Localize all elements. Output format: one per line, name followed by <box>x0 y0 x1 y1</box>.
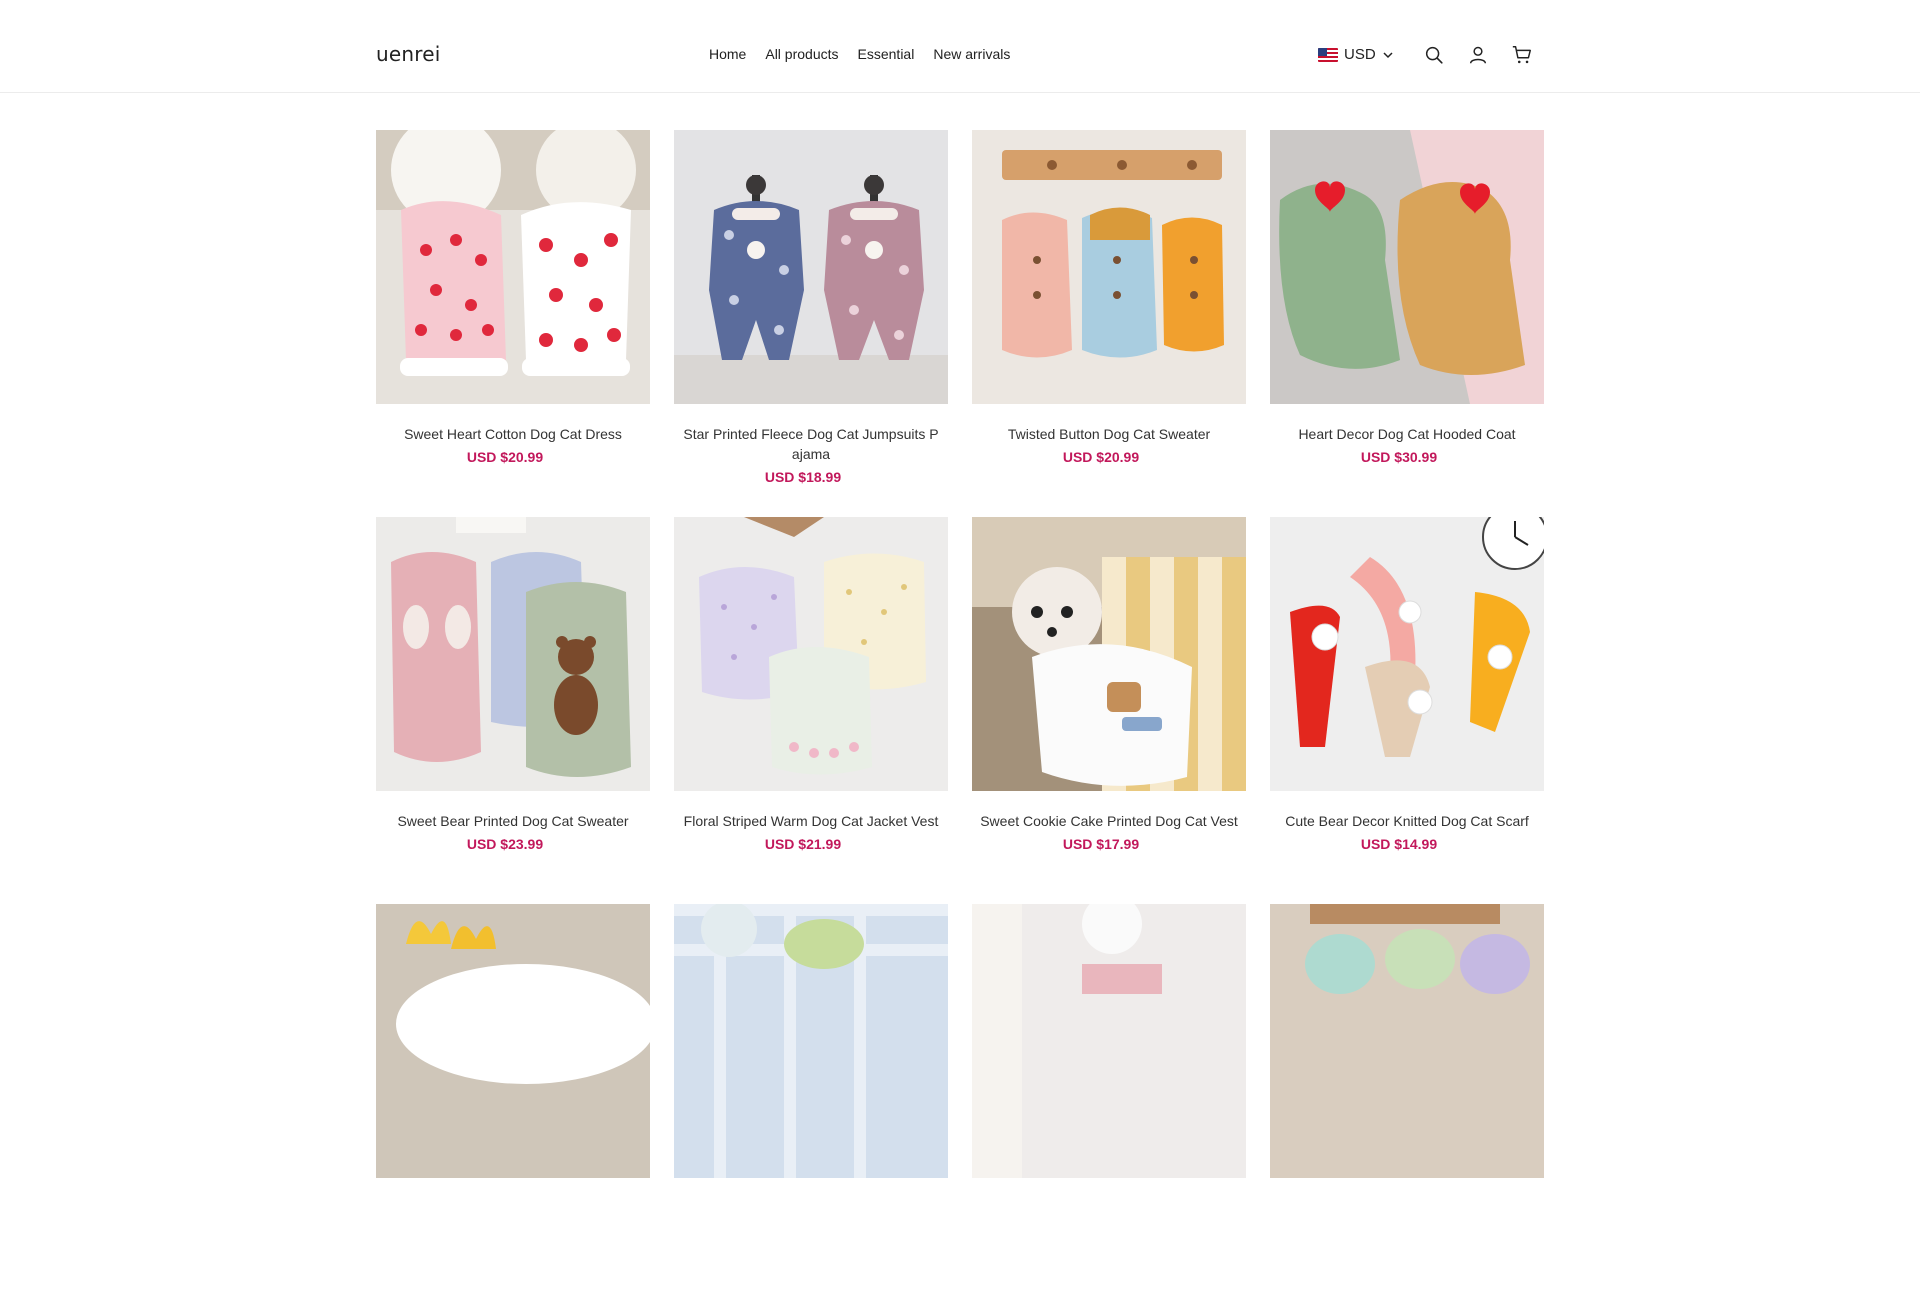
product-image[interactable] <box>972 904 1246 1178</box>
product-title[interactable]: Sweet Bear Printed Dog Cat Sweater <box>382 811 644 831</box>
nav-all-products[interactable]: All products <box>765 46 838 62</box>
product-card[interactable]: Heart Decor Dog Cat Hooded Coat USD $30.… <box>1270 130 1544 517</box>
us-flag-icon <box>1318 47 1338 62</box>
product-card[interactable]: Floral Striped Warm Dog Cat Jacket Vest … <box>674 517 948 904</box>
product-image[interactable] <box>376 130 650 404</box>
product-title[interactable]: Sweet Cookie Cake Printed Dog Cat Vest <box>978 811 1240 831</box>
nav-essential[interactable]: Essential <box>858 46 915 62</box>
product-image[interactable] <box>376 517 650 791</box>
product-price: USD $14.99 <box>1360 836 1438 852</box>
product-card[interactable]: Star Printed Fleece Dog Cat Jumpsuits Pa… <box>674 130 948 517</box>
product-image[interactable] <box>1270 517 1544 791</box>
currency-label: USD <box>1344 46 1376 63</box>
nav-new-arrivals[interactable]: New arrivals <box>933 46 1010 62</box>
product-grid: Sweet Heart Cotton Dog Cat Dress USD $20… <box>376 130 1544 1291</box>
product-price: USD $20.99 <box>1062 449 1140 465</box>
product-card[interactable] <box>376 904 650 1291</box>
product-price: USD $23.99 <box>466 836 544 852</box>
product-image[interactable] <box>674 517 948 791</box>
product-price: USD $30.99 <box>1360 449 1438 465</box>
product-title[interactable]: Star Printed Fleece Dog Cat Jumpsuits Pa… <box>680 424 942 464</box>
search-icon[interactable] <box>1423 44 1445 66</box>
product-card[interactable]: Twisted Button Dog Cat Sweater USD $20.9… <box>972 130 1246 517</box>
product-card[interactable]: Cute Bear Decor Knitted Dog Cat Scarf US… <box>1270 517 1544 904</box>
main-nav: Home All products Essential New arrivals <box>709 46 1010 62</box>
product-card[interactable] <box>972 904 1246 1291</box>
product-title[interactable]: Floral Striped Warm Dog Cat Jacket Vest <box>680 811 942 831</box>
chevron-down-icon <box>1383 51 1393 58</box>
product-title[interactable]: Heart Decor Dog Cat Hooded Coat <box>1276 424 1538 444</box>
product-image[interactable] <box>972 517 1246 791</box>
product-title[interactable]: Cute Bear Decor Knitted Dog Cat Scarf <box>1276 811 1538 831</box>
cart-icon[interactable] <box>1511 44 1533 66</box>
product-image[interactable] <box>674 130 948 404</box>
product-image[interactable] <box>1270 904 1544 1178</box>
product-image[interactable] <box>1270 130 1544 404</box>
product-image[interactable] <box>376 904 650 1178</box>
product-image[interactable] <box>972 130 1246 404</box>
nav-home[interactable]: Home <box>709 46 746 62</box>
product-price: USD $20.99 <box>466 449 544 465</box>
product-price: USD $17.99 <box>1062 836 1140 852</box>
product-card[interactable]: Sweet Heart Cotton Dog Cat Dress USD $20… <box>376 130 650 517</box>
product-title[interactable]: Twisted Button Dog Cat Sweater <box>978 424 1240 444</box>
account-icon[interactable] <box>1467 44 1489 66</box>
product-card[interactable]: Sweet Cookie Cake Printed Dog Cat Vest U… <box>972 517 1246 904</box>
product-card[interactable] <box>1270 904 1544 1291</box>
product-price: USD $18.99 <box>764 469 842 485</box>
header-icons <box>1423 44 1533 66</box>
currency-selector[interactable]: USD <box>1318 46 1394 63</box>
store-logo[interactable]: uenrei <box>376 42 441 66</box>
product-card[interactable] <box>674 904 948 1291</box>
product-title[interactable]: Sweet Heart Cotton Dog Cat Dress <box>382 424 644 444</box>
product-card[interactable]: Sweet Bear Printed Dog Cat Sweater USD $… <box>376 517 650 904</box>
product-price: USD $21.99 <box>764 836 842 852</box>
site-header: uenrei Home All products Essential New a… <box>0 0 1920 93</box>
product-image[interactable] <box>674 904 948 1178</box>
